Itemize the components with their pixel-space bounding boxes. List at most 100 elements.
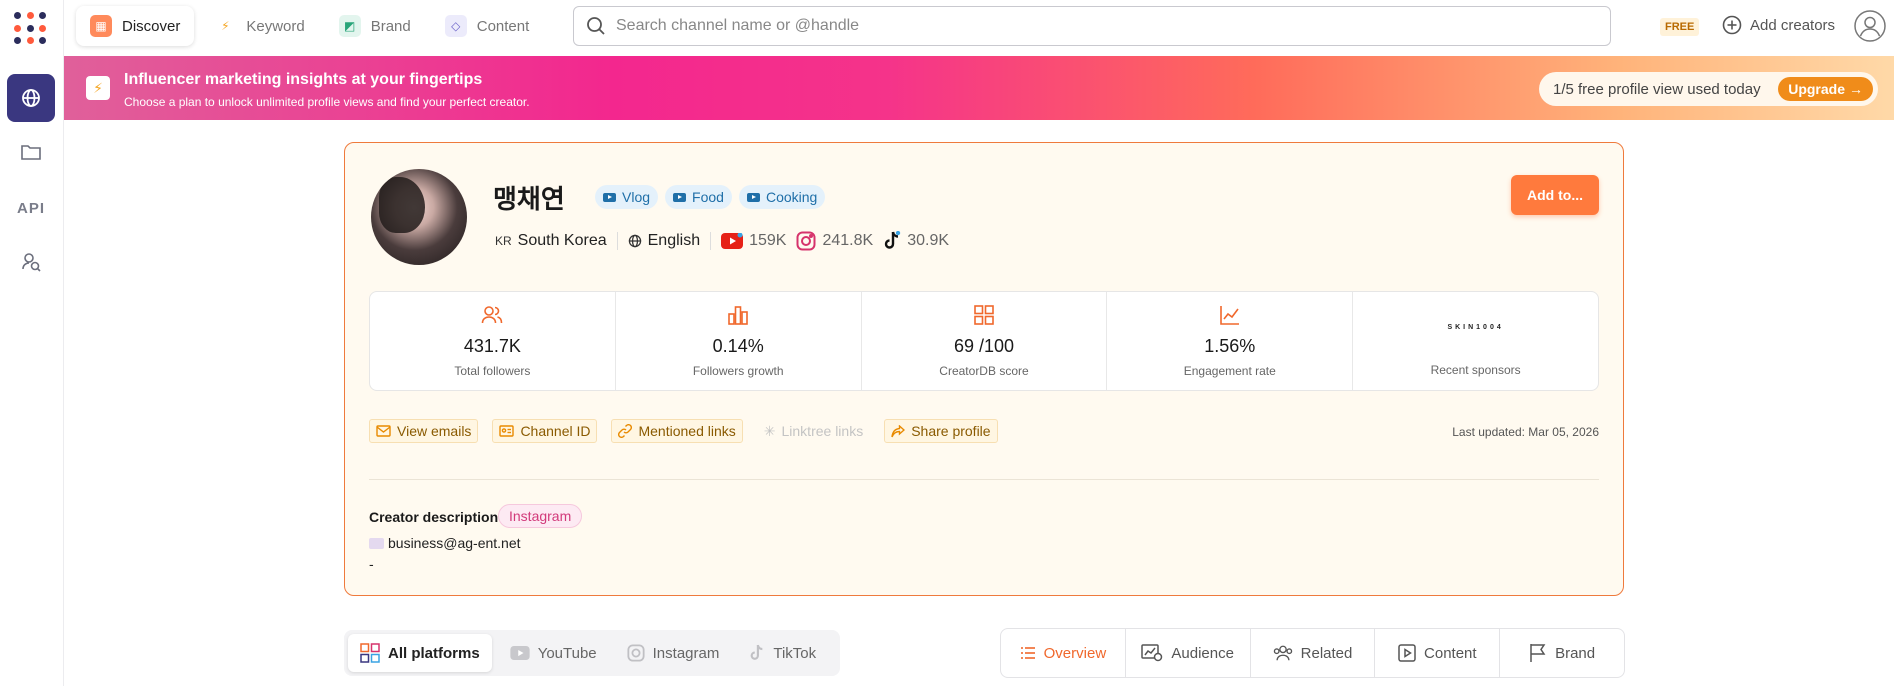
list-icon <box>1020 647 1035 659</box>
chip-label: Channel ID <box>520 423 591 439</box>
linktree-icon: ✳ <box>763 422 776 439</box>
tab-tiktok[interactable]: TikTok <box>737 634 828 672</box>
tab-brand[interactable]: ◩ Brand <box>325 6 425 46</box>
envelope-icon <box>369 537 384 549</box>
search-icon <box>587 17 605 35</box>
add-to-button[interactable]: Add to... <box>1511 175 1599 215</box>
globe-icon[interactable] <box>7 74 55 122</box>
instagram-icon <box>627 644 645 662</box>
tag-label: Vlog <box>622 189 651 205</box>
divider <box>616 232 618 250</box>
stat-value: 0.14% <box>712 336 764 356</box>
stat-value: 1.56% <box>1204 336 1256 356</box>
stat-value: 431.7K <box>463 336 521 356</box>
tab-discover[interactable]: ▦ Discover <box>76 6 195 46</box>
view-tabs: Overview Audience Related Content Brand <box>1000 628 1625 678</box>
tag-chip[interactable]: Food <box>665 185 732 209</box>
app-root: API ▦ Discover ⚡ Keyword ◩ Brand ◇ Conte… <box>0 0 1894 686</box>
folder-icon[interactable] <box>7 128 55 176</box>
divider <box>710 232 712 250</box>
tab-label: TikTok <box>773 644 817 662</box>
upgrade-button[interactable]: Upgrade → <box>1778 77 1873 101</box>
youtube-icon <box>673 192 687 202</box>
banner-subtitle: Choose a plan to unlock unlimited profil… <box>124 95 530 109</box>
upgrade-label: Upgrade <box>1788 81 1845 97</box>
youtube-icon <box>603 192 616 202</box>
description-email: business@ag-ent.net <box>369 535 521 551</box>
language: English <box>647 232 701 249</box>
tab-label: Related <box>1300 644 1353 662</box>
upgrade-banner: ⚡ Influencer marketing insights at your … <box>64 56 1894 120</box>
line-chart-icon <box>1219 306 1239 325</box>
tab-label: Keyword <box>246 17 305 35</box>
sponsor-logo[interactable]: SKIN1004 <box>1353 324 1598 331</box>
tiktok-followers: 30.9K <box>907 232 950 249</box>
map-icon: ▦ <box>90 15 112 37</box>
view-emails-button[interactable]: View emails <box>369 419 479 443</box>
user-avatar-icon[interactable] <box>1854 10 1886 42</box>
search-box[interactable] <box>573 6 1611 46</box>
tab-keyword[interactable]: ⚡ Keyword <box>200 6 318 46</box>
tab-instagram[interactable]: Instagram <box>615 634 732 672</box>
search-creator-icon[interactable] <box>7 238 55 286</box>
channel-id-button[interactable]: Channel ID <box>492 419 598 443</box>
instagram-icon[interactable] <box>796 231 816 251</box>
profile-card: 맹채연 Vlog Food Cooking KR South Korea Eng… <box>344 142 1624 596</box>
youtube-icon[interactable] <box>721 233 744 249</box>
tab-label: Content <box>1424 644 1477 662</box>
tag-chip[interactable]: Cooking <box>738 185 826 209</box>
tab-label: Overview <box>1043 644 1107 662</box>
country-code: KR <box>495 234 512 248</box>
stat-label: CreatorDB score <box>939 364 1029 378</box>
stat-followers-growth: 0.14% Followers growth <box>616 292 862 390</box>
chip-label: Share profile <box>911 423 991 439</box>
add-creators-button[interactable]: Add creators <box>1722 15 1835 35</box>
tab-audience[interactable]: Audience <box>1126 629 1251 677</box>
tab-related[interactable]: Related <box>1251 629 1376 677</box>
tab-brand[interactable]: Brand <box>1500 629 1624 677</box>
grid-icon <box>974 305 994 325</box>
app-logo-icon[interactable] <box>14 12 48 46</box>
youtube-icon <box>510 646 530 660</box>
stat-label: Engagement rate <box>1183 364 1276 378</box>
tab-content[interactable]: Content <box>1375 629 1501 677</box>
description-title: Creator description <box>369 509 499 525</box>
tab-label: Instagram <box>652 644 720 662</box>
tiktok-icon[interactable] <box>883 231 901 251</box>
arrow-right-icon: → <box>1849 81 1863 97</box>
usage-pill: 1/5 free profile view used today Upgrade… <box>1539 72 1878 106</box>
email-text: business@ag-ent.net <box>388 535 521 551</box>
globe-icon <box>628 234 641 248</box>
tab-label: Discover <box>122 17 181 35</box>
linktree-links-button[interactable]: ✳ Linktree links <box>757 419 870 443</box>
tab-label: Brand <box>370 17 411 35</box>
stat-creatordb-score: 69 /100 CreatorDB score <box>862 292 1108 390</box>
stats-row: 431.7K Total followers 0.14% Followers g… <box>369 291 1599 391</box>
tab-content[interactable]: ◇ Content <box>431 6 544 46</box>
stat-recent-sponsors: SKIN1004 Recent sponsors <box>1353 292 1598 390</box>
stat-label: Followers growth <box>692 364 784 378</box>
tiktok-icon <box>750 644 763 660</box>
usage-text: 1/5 free profile view used today <box>1553 80 1761 98</box>
youtube-followers: 159K <box>749 232 787 249</box>
tag-chip[interactable]: Vlog <box>595 185 659 209</box>
nav-tabs: ▦ Discover ⚡ Keyword ◩ Brand ◇ Content <box>76 6 543 46</box>
tab-overview[interactable]: Overview <box>1001 629 1126 677</box>
bar-chart-icon <box>728 306 748 325</box>
tab-label: YouTube <box>537 644 597 662</box>
chip-label: Mentioned links <box>638 423 736 439</box>
platform-tabs: All platforms YouTube Instagram TikTok <box>344 630 840 676</box>
stat-label: Total followers <box>454 364 531 378</box>
tab-youtube[interactable]: YouTube <box>498 634 609 672</box>
api-nav[interactable]: API <box>7 184 55 232</box>
bolt-icon: ⚡ <box>86 76 110 100</box>
search-input[interactable] <box>616 17 1516 35</box>
share-profile-button[interactable]: Share profile <box>884 419 998 443</box>
tab-all-platforms[interactable]: All platforms <box>348 634 492 672</box>
plan-badge: FREE <box>1660 18 1700 36</box>
mentioned-links-button[interactable]: Mentioned links <box>611 419 743 443</box>
chip-label: Linktree links <box>781 423 864 439</box>
tag-icon: ◇ <box>444 15 467 37</box>
description-source-badge: Instagram <box>498 504 583 528</box>
tab-label: Audience <box>1171 644 1234 662</box>
